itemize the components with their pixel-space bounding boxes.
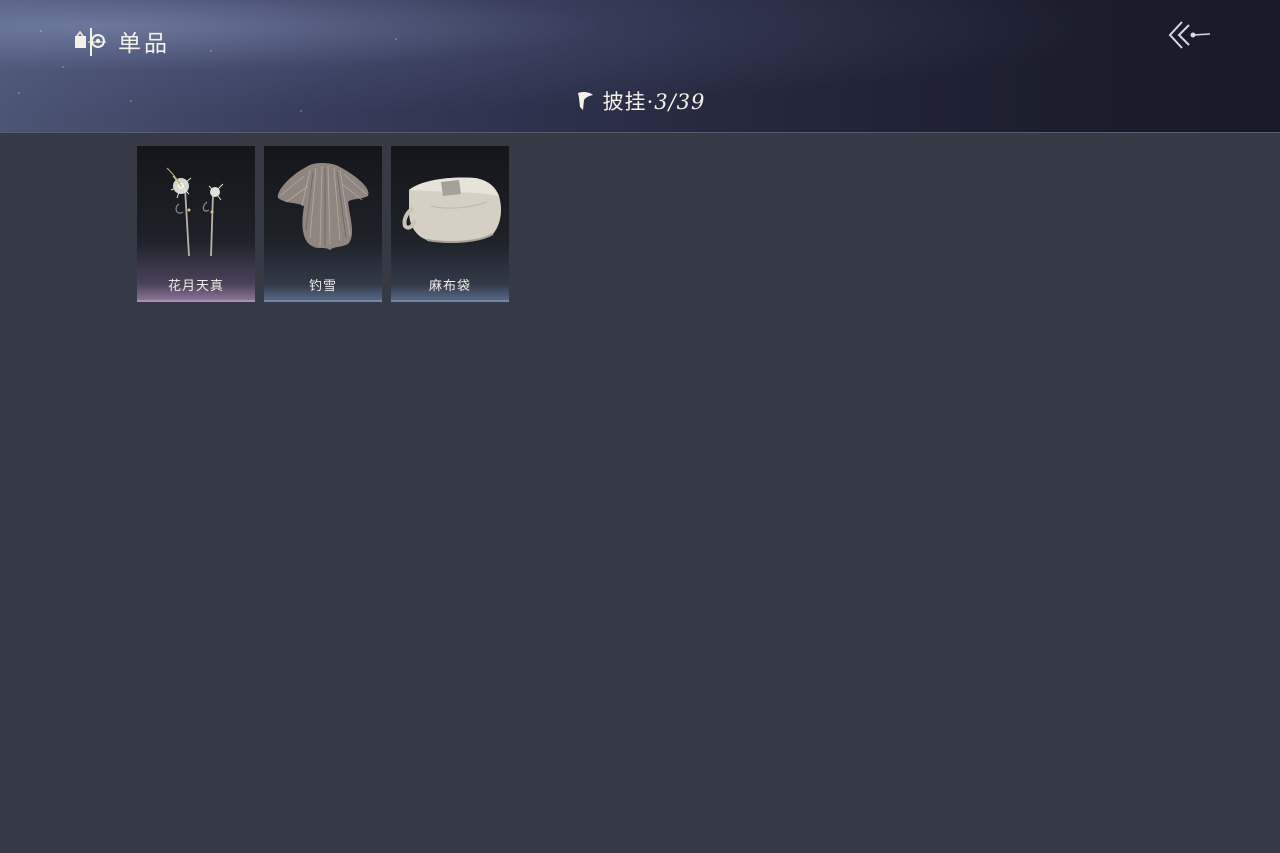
page-header: 单品	[74, 24, 170, 58]
banner-sparkle	[210, 50, 212, 52]
sack-icon	[402, 177, 501, 243]
item-card[interactable]: 麻布袋	[391, 146, 509, 302]
item-card[interactable]: 花月天真	[137, 146, 255, 302]
back-arrow-icon	[1168, 21, 1211, 49]
top-banner: 单品 披挂·3/39	[0, 0, 1280, 133]
hairpin-pair-icon	[166, 167, 224, 257]
item-name: 麻布袋	[428, 279, 471, 294]
category-heading: 披挂·3/39	[0, 86, 1280, 116]
item-name: 花月天真	[167, 279, 224, 294]
banner-sparkle	[395, 38, 397, 40]
banner-sparkle	[62, 66, 64, 68]
category-name: 披挂	[602, 90, 647, 114]
category-label: 披挂·3/39	[603, 86, 706, 116]
item-card[interactable]: 钓雪	[264, 146, 382, 302]
straw-cape-icon	[277, 163, 369, 250]
category-count: 3/39	[654, 90, 706, 114]
wardrobe-icon	[75, 28, 106, 56]
cape-icon	[577, 91, 593, 110]
rarity-bar	[391, 300, 509, 302]
rarity-bar	[137, 300, 255, 302]
page-title: 单品	[118, 31, 170, 57]
item-name: 钓雪	[308, 279, 337, 294]
item-grid: 花月天真 钓雪 麻布袋	[137, 146, 509, 302]
rarity-bar	[264, 300, 382, 302]
banner-sparkle	[40, 30, 42, 32]
back-button[interactable]	[1164, 18, 1212, 52]
